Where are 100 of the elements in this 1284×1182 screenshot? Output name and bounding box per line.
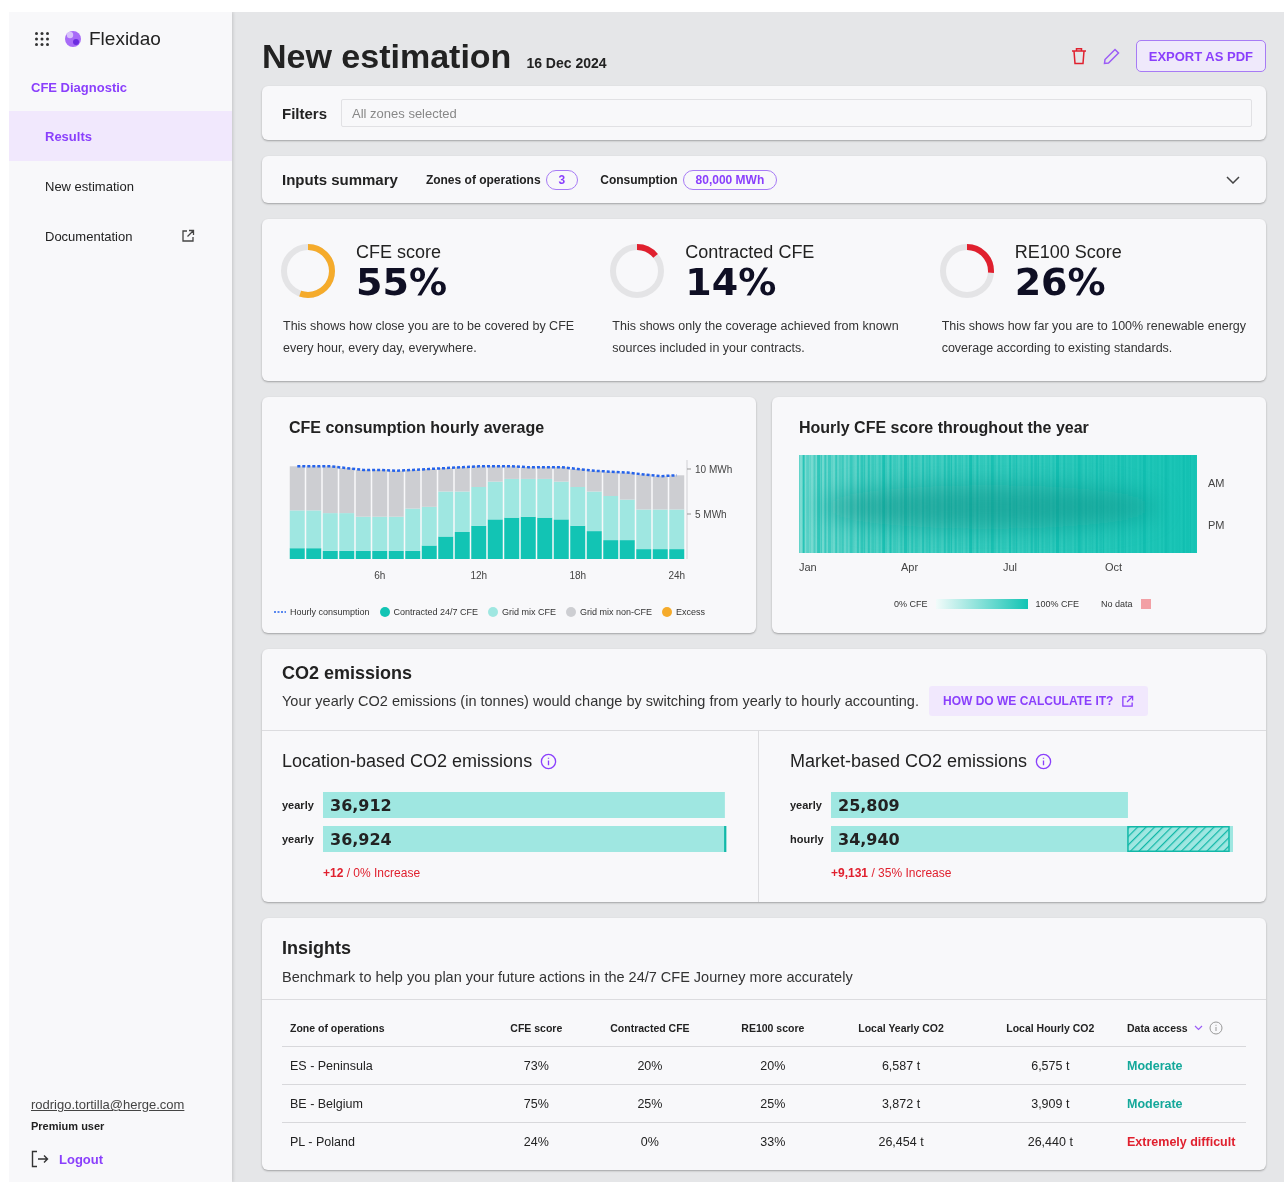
score-description: This shows only the coverage achieved from known sources included in your contracts. xyxy=(612,318,900,357)
donut-gauge xyxy=(278,241,338,301)
data-access-status: Moderate xyxy=(1126,1084,1246,1123)
table-cell: 3,872 t xyxy=(827,1084,975,1123)
axis-label: PM xyxy=(1208,519,1225,531)
table-cell: 25% xyxy=(581,1084,719,1123)
trash-icon[interactable] xyxy=(1070,47,1087,65)
axis-label: Oct xyxy=(1105,561,1124,573)
legend-label: 0% CFE xyxy=(894,599,928,609)
bar-segment xyxy=(322,466,338,514)
y-tick-label: 5 MWh xyxy=(686,509,727,520)
legend-label: No data xyxy=(1101,599,1133,609)
x-tick-label: 6h xyxy=(374,570,386,581)
filters-label: Filters xyxy=(282,104,327,122)
apps-grid-icon[interactable] xyxy=(35,32,49,46)
bar-label: yearly xyxy=(790,799,822,811)
summary-label: Consumption xyxy=(600,172,678,187)
legend-dot xyxy=(662,607,673,617)
inputs-summary-title: Inputs summary xyxy=(282,171,398,188)
x-tick-label: 24h xyxy=(668,570,686,581)
bar-label: yearly xyxy=(282,799,314,811)
panel-title: Market-based CO2 emissions xyxy=(790,751,1028,772)
bar-value-label: 34,940 xyxy=(838,830,900,849)
legend-dot xyxy=(379,607,390,617)
calculation-link-button[interactable]: HOW DO WE CALCULATE IT? xyxy=(928,686,1149,716)
table-cell: ES - Peninsula xyxy=(282,1046,491,1085)
column-header: CFE score xyxy=(491,1010,582,1047)
info-icon[interactable] xyxy=(1035,753,1053,770)
table-cell: 6,575 t xyxy=(974,1046,1126,1085)
pencil-icon[interactable] xyxy=(1102,47,1120,65)
bar-segment xyxy=(388,470,404,517)
column-header: Local Yearly CO2 xyxy=(827,1010,975,1047)
table-cell: 26,440 t xyxy=(974,1122,1126,1160)
chart-title: CFE consumption hourly average xyxy=(289,418,546,438)
logout-icon xyxy=(31,1150,49,1168)
bar-segment xyxy=(372,469,388,517)
table-cell: BE - Belgium xyxy=(282,1084,491,1123)
bar-label: yearly xyxy=(282,833,314,845)
score-title: Contracted CFE xyxy=(685,241,815,263)
estimation-date: 16 Dec 2024 xyxy=(526,54,607,71)
bar-segment xyxy=(636,474,652,510)
score-value: 14% xyxy=(685,262,778,301)
score-value: 55% xyxy=(356,262,447,301)
table-cell: PL - Poland xyxy=(282,1122,491,1160)
y-tick-label: 5 MWh xyxy=(695,509,727,520)
logout-button[interactable]: Logout xyxy=(31,1150,232,1168)
info-icon[interactable] xyxy=(540,753,558,770)
bar-value-label: 36,924 xyxy=(330,830,392,849)
chart-title: Hourly CFE score throughout the year xyxy=(799,418,1090,438)
bar-segment xyxy=(487,519,503,559)
table-cell: 3,909 t xyxy=(974,1084,1126,1123)
score-description: This shows how far you are to 100% renewable energy coverage according to existing standards. xyxy=(941,318,1247,357)
score-title: CFE score xyxy=(356,241,443,263)
sidebar-item[interactable]: New estimation xyxy=(9,161,232,211)
zones-filter-field[interactable]: All zones selected xyxy=(341,99,1252,127)
column-header: Local Hourly CO2 xyxy=(974,1010,1126,1047)
export-pdf-button[interactable]: EXPORT AS PDF xyxy=(1135,40,1266,72)
bar-label: hourly xyxy=(790,833,824,845)
data-access-status: Moderate xyxy=(1126,1046,1246,1085)
column-header: Zone of operations xyxy=(282,1010,491,1047)
no-data-swatch xyxy=(1140,599,1151,609)
external-link-icon xyxy=(1121,694,1135,708)
legend-label: Contracted 24/7 CFE xyxy=(393,607,479,617)
score-description: This shows how close you are to be covered by CFE every hour, every day, everywhere. xyxy=(283,318,576,357)
bar-segment xyxy=(652,476,668,510)
table-cell: 73% xyxy=(491,1046,582,1085)
axis-label: Apr xyxy=(901,561,920,573)
column-header[interactable]: Data access xyxy=(1127,1022,1188,1034)
bar-segment xyxy=(570,525,586,559)
sidebar-item[interactable]: Results xyxy=(9,111,232,161)
increase-hatching xyxy=(724,826,727,852)
bar-segment xyxy=(471,525,487,559)
chevron-icon[interactable] xyxy=(1226,175,1240,184)
user-email-link[interactable]: rodrigo.tortilla@herge.com xyxy=(31,1097,232,1112)
bar-segment xyxy=(405,469,421,509)
legend-dot xyxy=(566,607,577,617)
section-title: CFE Diagnostic xyxy=(30,79,129,97)
sidebar-item[interactable]: Documentation xyxy=(9,211,232,261)
panel-title: Location-based CO2 emissions xyxy=(282,751,533,772)
emission-change: +9,131 / 35% Increase xyxy=(831,866,953,880)
bar-segment xyxy=(289,466,305,511)
dotted-line-icon xyxy=(274,610,286,614)
bar-segment xyxy=(520,516,536,559)
table-cell: 75% xyxy=(491,1084,582,1123)
score-title: RE100 Score xyxy=(1014,241,1122,263)
x-tick-label: 12h xyxy=(470,570,488,581)
legend-label: Grid mix CFE xyxy=(502,607,557,617)
axis-label: AM xyxy=(1208,477,1225,489)
section-title: CO2 emissions xyxy=(282,663,414,684)
column-header: RE100 score xyxy=(718,1010,828,1047)
x-tick-label: 18h xyxy=(569,570,587,581)
page-title: New estimation xyxy=(262,36,512,76)
table-cell: 25% xyxy=(718,1084,828,1123)
summary-label: Zones of operations xyxy=(425,172,541,187)
table-cell: 26,454 t xyxy=(827,1122,975,1160)
table-cell: 6,587 t xyxy=(827,1046,975,1085)
table-cell: 20% xyxy=(581,1046,719,1085)
bar-segment xyxy=(537,517,553,559)
bar-segment xyxy=(553,519,569,559)
bar-segment xyxy=(504,517,520,559)
